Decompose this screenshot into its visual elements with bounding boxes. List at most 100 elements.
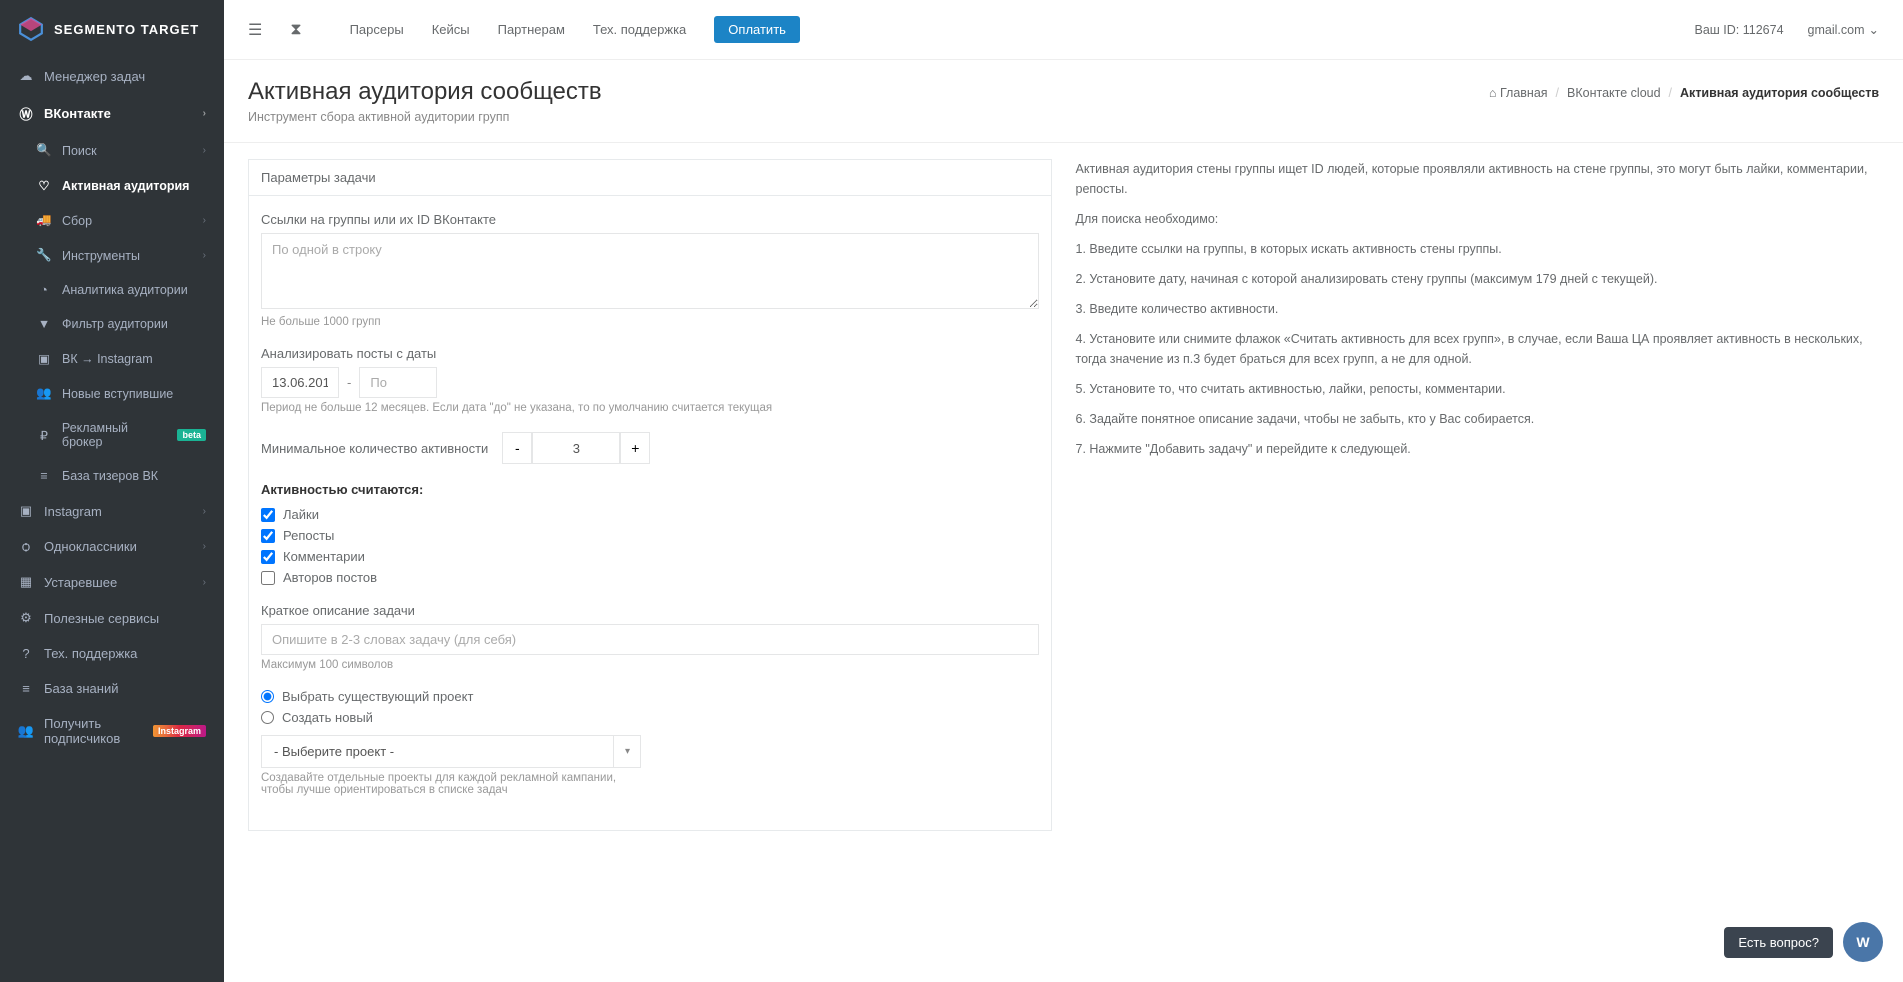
page-title: Активная аудитория сообществ: [248, 78, 602, 106]
topnav-item[interactable]: Кейсы: [432, 22, 470, 37]
sidebar-item-label: Устаревшее: [44, 575, 117, 590]
topnav-item[interactable]: Партнерам: [498, 22, 565, 37]
date-hint: Период не больше 12 месяцев. Если дата "…: [261, 402, 1039, 414]
hourglass-icon[interactable]: ⧗: [290, 21, 301, 39]
radio[interactable]: [261, 711, 274, 724]
checkbox-label: Авторов постов: [283, 570, 377, 585]
links-textarea[interactable]: [261, 233, 1039, 309]
truck-icon: 🚚: [36, 213, 52, 228]
info-text: 5. Установите то, что считать активность…: [1076, 379, 1880, 399]
database-icon: ≡: [18, 681, 34, 696]
sidebar-item-label: Сбор: [62, 214, 92, 228]
breadcrumb-item[interactable]: ⌂ Главная: [1489, 86, 1548, 100]
radio-row[interactable]: Создать новый: [261, 710, 1039, 725]
activity-label: Минимальное количество активности: [261, 441, 488, 456]
checkbox[interactable]: [261, 529, 275, 543]
sidebar-item-label: Инструменты: [62, 249, 140, 263]
pay-button[interactable]: Оплатить: [714, 16, 800, 43]
sidebar-item[interactable]: 👥Новые вступившие: [0, 376, 224, 411]
sidebar-item[interactable]: ▣Instagram›: [0, 493, 224, 529]
vk-icon: Ⓦ: [18, 104, 34, 123]
desc-input[interactable]: [261, 624, 1039, 655]
checkbox-label: Лайки: [283, 507, 319, 522]
info-panel: Активная аудитория стены группы ищет ID …: [1076, 159, 1880, 831]
radio-label: Создать новый: [282, 710, 373, 725]
sidebar-item[interactable]: ⚙Полезные сервисы: [0, 600, 224, 636]
sidebar-item[interactable]: ≡База тизеров ВК: [0, 459, 224, 493]
search-icon: 🔍: [36, 143, 52, 158]
sidebar-item[interactable]: 👥Получить подписчиковInstagram: [0, 706, 224, 756]
checkbox-label: Комментарии: [283, 549, 365, 564]
links-hint: Не больше 1000 групп: [261, 316, 1039, 328]
checkbox[interactable]: [261, 550, 275, 564]
chevron-right-icon: ›: [203, 577, 206, 588]
chevron-right-icon: ›: [203, 506, 206, 517]
ruble-icon: ₽: [36, 428, 52, 443]
radio-row[interactable]: Выбрать существующий проект: [261, 689, 1039, 704]
chevron-down-icon: ⌄: [1869, 22, 1879, 37]
info-text: Для поиска необходимо:: [1076, 209, 1880, 229]
user-menu[interactable]: gmail.com ⌄: [1808, 22, 1879, 37]
stepper-plus-button[interactable]: +: [620, 432, 650, 464]
sidebar-item[interactable]: ₽ Рекламный брокер beta: [0, 411, 224, 459]
breadcrumb-separator: /: [1556, 86, 1559, 100]
topnav-item[interactable]: Тех. поддержка: [593, 22, 686, 37]
checkbox-row[interactable]: Репосты: [261, 528, 1039, 543]
wrench-icon: 🔧: [36, 248, 52, 263]
sidebar-item[interactable]: ▣ВК → Instagram: [0, 341, 224, 376]
chevron-right-icon: ›: [203, 215, 206, 226]
help-bubble[interactable]: Есть вопрос?: [1724, 927, 1833, 958]
sidebar-item[interactable]: ?Тех. поддержка: [0, 636, 224, 671]
sidebar-item[interactable]: ◔Аналитика аудитории: [0, 273, 224, 307]
checkbox-row[interactable]: Комментарии: [261, 549, 1039, 564]
sidebar-item[interactable]: ▦ Устаревшее ›: [0, 564, 224, 600]
date-to-input[interactable]: [359, 367, 437, 398]
sidebar-item[interactable]: ☁ Менеджер задач: [0, 58, 224, 94]
database-icon: ≡: [36, 469, 52, 483]
vk-fab-button[interactable]: W: [1843, 922, 1883, 962]
page-subtitle: Инструмент сбора активной аудитории груп…: [248, 110, 602, 124]
logo-icon: [18, 16, 44, 42]
sidebar-item[interactable]: 🔧Инструменты›: [0, 238, 224, 273]
sidebar-item-label: Менеджер задач: [44, 69, 145, 84]
checkbox-row[interactable]: Лайки: [261, 507, 1039, 522]
activity-input[interactable]: [532, 432, 620, 464]
topnav-item[interactable]: Парсеры: [350, 22, 404, 37]
panel-title: Параметры задачи: [248, 159, 1052, 195]
sidebar-item-label: Получить подписчиков: [44, 716, 147, 746]
desc-label: Краткое описание задачи: [261, 603, 1039, 618]
info-text: Активная аудитория стены группы ищет ID …: [1076, 159, 1880, 199]
info-text: 3. Введите количество активности.: [1076, 299, 1880, 319]
checkbox[interactable]: [261, 571, 275, 585]
sidebar-item[interactable]: ≡База знаний: [0, 671, 224, 706]
archive-icon: ▦: [18, 574, 34, 590]
sidebar: SEGMENTO TARGET ☁ Менеджер задач ⓌВКонтакт…: [0, 0, 224, 982]
sidebar-item[interactable]: ѻОдноклассники›: [0, 529, 224, 564]
project-select[interactable]: - Выберите проект -: [261, 735, 641, 768]
date-label: Анализировать посты с даты: [261, 346, 1039, 361]
sidebar-item[interactable]: ⓌВКонтакте›: [0, 94, 224, 133]
radio[interactable]: [261, 690, 274, 703]
hamburger-icon[interactable]: ☰: [248, 20, 262, 40]
sidebar-item-label: Новые вступившие: [62, 387, 173, 401]
logo[interactable]: SEGMENTO TARGET: [0, 0, 224, 58]
user-id-label: Ваш ID: 112674: [1695, 23, 1784, 37]
sidebar-item-label: Рекламный брокер: [62, 421, 172, 449]
desc-hint: Максимум 100 символов: [261, 659, 1039, 671]
badge: beta: [177, 429, 206, 441]
info-text: 1. Введите ссылки на группы, в которых и…: [1076, 239, 1880, 259]
info-text: 2. Установите дату, начиная с которой ан…: [1076, 269, 1880, 289]
sidebar-item[interactable]: ▼Фильтр аудитории: [0, 307, 224, 341]
cloud-icon: ☁: [18, 68, 34, 84]
sidebar-item[interactable]: 🚚 Сбор ›: [0, 203, 224, 238]
breadcrumb-item[interactable]: ВКонтакте cloud: [1567, 86, 1661, 100]
stepper-minus-button[interactable]: -: [502, 432, 532, 464]
sidebar-item[interactable]: ♡Активная аудитория: [0, 168, 224, 203]
date-separator: -: [347, 375, 351, 390]
logo-text: SEGMENTO TARGET: [54, 22, 199, 37]
sidebar-item-label: Тех. поддержка: [44, 646, 137, 661]
sidebar-item[interactable]: 🔍Поиск›: [0, 133, 224, 168]
checkbox[interactable]: [261, 508, 275, 522]
checkbox-row[interactable]: Авторов постов: [261, 570, 1039, 585]
date-from-input[interactable]: [261, 367, 339, 398]
